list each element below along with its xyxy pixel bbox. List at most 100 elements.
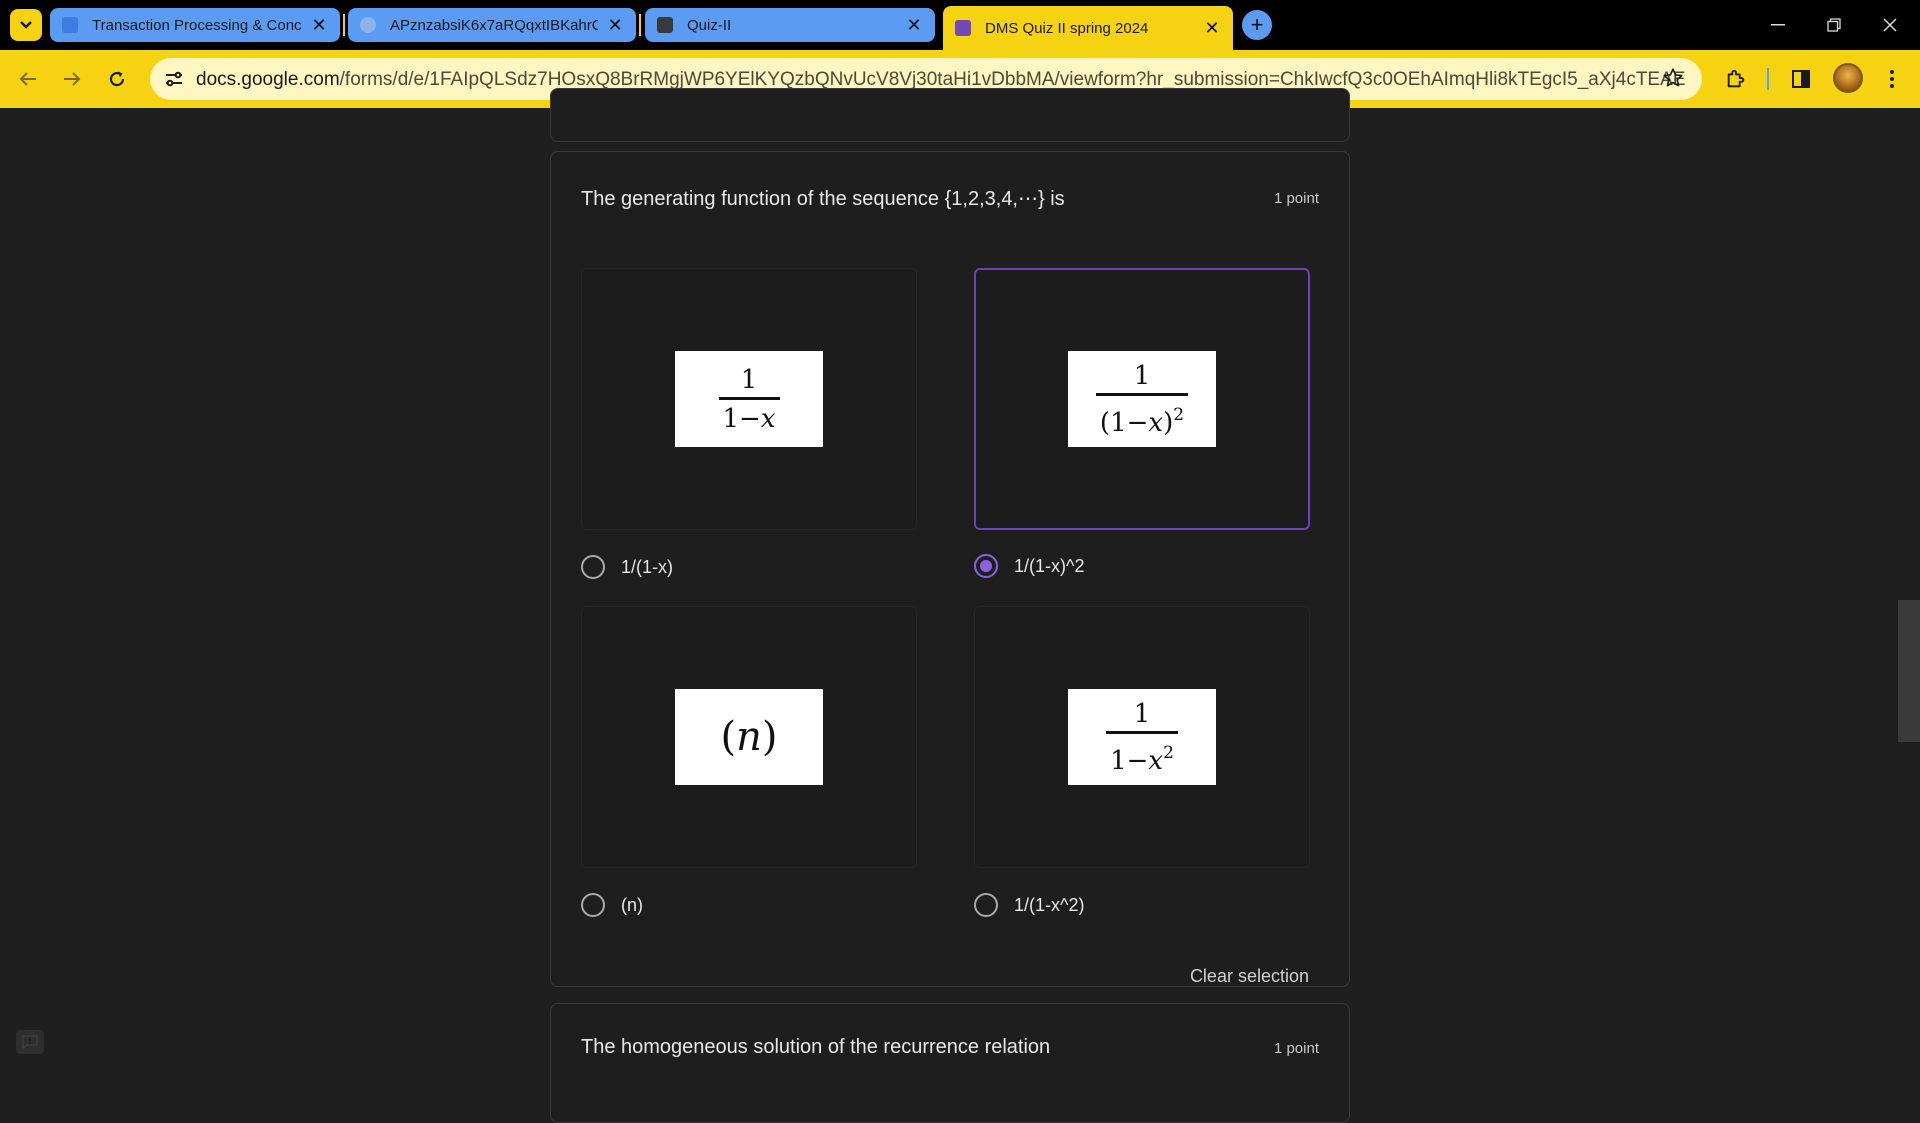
tab-transaction-processing[interactable]: Transaction Processing & Conc ✕: [50, 8, 340, 42]
profile-avatar[interactable]: [1833, 63, 1863, 93]
fraction-bar: [1095, 392, 1189, 396]
option-radio-row[interactable]: 1/(1-x^2): [974, 893, 1084, 917]
option-label: (n): [621, 894, 643, 915]
tab-title: DMS Quiz II spring 2024: [985, 19, 1149, 37]
paren-open: (: [720, 714, 737, 760]
form-page: The generating function of the sequence …: [0, 88, 1920, 1123]
close-icon[interactable]: ✕: [310, 15, 328, 35]
minimize-button[interactable]: [1750, 0, 1806, 50]
bookmark-button[interactable]: [1662, 67, 1684, 94]
people-icon: [657, 17, 673, 33]
tab-apznzabsi[interactable]: APznzabsiK6x7aRQqxtIBKahrC ✕: [348, 8, 636, 42]
den-variable: x: [1148, 407, 1164, 438]
question-points: 1 point: [1273, 1040, 1319, 1057]
radio-button[interactable]: [974, 893, 998, 917]
option-label: 1/(1-x)^2: [1014, 555, 1085, 576]
option-radio-row[interactable]: 1/(1-x)^2: [974, 554, 1084, 578]
option-radio-row[interactable]: 1/(1-x): [581, 555, 673, 579]
fraction: 1 1−x: [718, 364, 780, 434]
url-host: docs.google.com: [196, 69, 340, 90]
fraction: 1 (1−x)2: [1095, 360, 1189, 438]
arrow-left-icon: [19, 72, 36, 86]
fraction-numerator: 1: [1133, 360, 1151, 391]
den-exponent: 2: [1173, 404, 1185, 425]
toolbar-divider: [1767, 68, 1769, 90]
minimize-icon: [1771, 24, 1785, 26]
tab-quiz-ii[interactable]: Quiz-II ✕: [645, 8, 935, 42]
fraction: 1 1−x2: [1106, 699, 1178, 776]
option-image-card[interactable]: (n): [581, 606, 917, 868]
fraction-denominator: (1−x)2: [1096, 400, 1188, 438]
side-panel-button[interactable]: [1785, 63, 1817, 95]
globe-icon: [360, 17, 376, 33]
option-image-card[interactable]: 1 1−x2: [974, 606, 1310, 868]
den-variable: x: [1148, 745, 1164, 776]
den-suffix: ): [1163, 407, 1174, 438]
feedback-icon: [22, 1035, 38, 1049]
den-prefix: 1−: [722, 403, 761, 434]
tune-icon: [166, 71, 182, 87]
option-image: 1 1−x: [675, 351, 823, 447]
restore-button[interactable]: [1806, 0, 1862, 50]
forward-button[interactable]: [56, 63, 88, 95]
tab-search-button[interactable]: [10, 9, 42, 41]
option-image-card[interactable]: 1 1−x: [581, 268, 917, 530]
den-prefix: 1−: [1110, 745, 1149, 776]
tab-separator: [639, 14, 641, 36]
reload-button[interactable]: [101, 63, 133, 95]
option-image-card-selected[interactable]: 1 (1−x)2: [974, 268, 1310, 530]
new-tab-button[interactable]: +: [1242, 10, 1272, 40]
reload-icon: [109, 71, 125, 87]
radio-button-checked[interactable]: [974, 554, 998, 578]
den-exponent: 2: [1163, 742, 1174, 763]
fraction-bar: [1106, 730, 1178, 734]
question-card: The generating function of the sequence …: [550, 151, 1350, 987]
close-icon[interactable]: ✕: [606, 15, 624, 35]
puzzle-icon: [1727, 69, 1745, 88]
math-variable: n: [736, 714, 762, 760]
close-icon[interactable]: ✕: [1203, 18, 1221, 38]
fraction-numerator: 1: [1133, 698, 1151, 729]
radio-button[interactable]: [581, 893, 605, 917]
close-icon: [1883, 18, 1897, 32]
previous-question-card: [550, 88, 1350, 142]
star-icon: [1663, 68, 1683, 87]
more-vert-icon: [1890, 70, 1894, 88]
question-text: The homogeneous solution of the recurren…: [581, 1036, 1051, 1058]
forms-icon: [955, 20, 971, 36]
option-image: (n): [675, 689, 823, 785]
option-image: 1 (1−x)2: [1068, 351, 1216, 447]
tab-strip: Transaction Processing & Conc ✕ APznzabs…: [0, 0, 1920, 50]
clear-selection-button[interactable]: Clear selection: [1190, 966, 1309, 987]
math-expression: (n): [721, 714, 778, 760]
tab-title: Transaction Processing & Conc: [92, 16, 302, 34]
side-panel-icon: [1792, 70, 1810, 88]
close-icon[interactable]: ✕: [905, 15, 923, 35]
option-label: 1/(1-x^2): [1014, 894, 1085, 915]
tab-title: Quiz-II: [687, 16, 732, 34]
fraction-denominator: 1−x: [719, 404, 780, 434]
arrow-right-icon: [64, 72, 81, 86]
people-icon: [62, 17, 78, 33]
option-label: 1/(1-x): [621, 556, 674, 577]
option-radio-row[interactable]: (n): [581, 893, 643, 917]
option-image: 1 1−x2: [1068, 689, 1216, 785]
tab-title: APznzabsiK6x7aRQqxtIBKahrC: [390, 16, 599, 34]
report-feedback-button[interactable]: [16, 1030, 44, 1054]
den-prefix: (1−: [1099, 407, 1149, 438]
fraction-bar: [718, 396, 780, 400]
question-points: 1 point: [1273, 190, 1319, 207]
tab-dms-quiz[interactable]: DMS Quiz II spring 2024 ✕: [943, 6, 1233, 50]
site-info-button[interactable]: [158, 63, 190, 95]
close-window-button[interactable]: [1862, 0, 1918, 50]
tab-separator: [343, 14, 345, 36]
extensions-button[interactable]: [1720, 63, 1752, 95]
back-button[interactable]: [12, 63, 44, 95]
paren-close: ): [761, 714, 778, 760]
menu-button[interactable]: [1876, 63, 1908, 95]
radio-button[interactable]: [581, 555, 605, 579]
fraction-numerator: 1: [740, 364, 758, 395]
scrollbar-thumb[interactable]: [1898, 600, 1920, 742]
question-card: The homogeneous solution of the recurren…: [550, 1003, 1350, 1123]
question-text: The generating function of the sequence …: [581, 188, 1065, 210]
